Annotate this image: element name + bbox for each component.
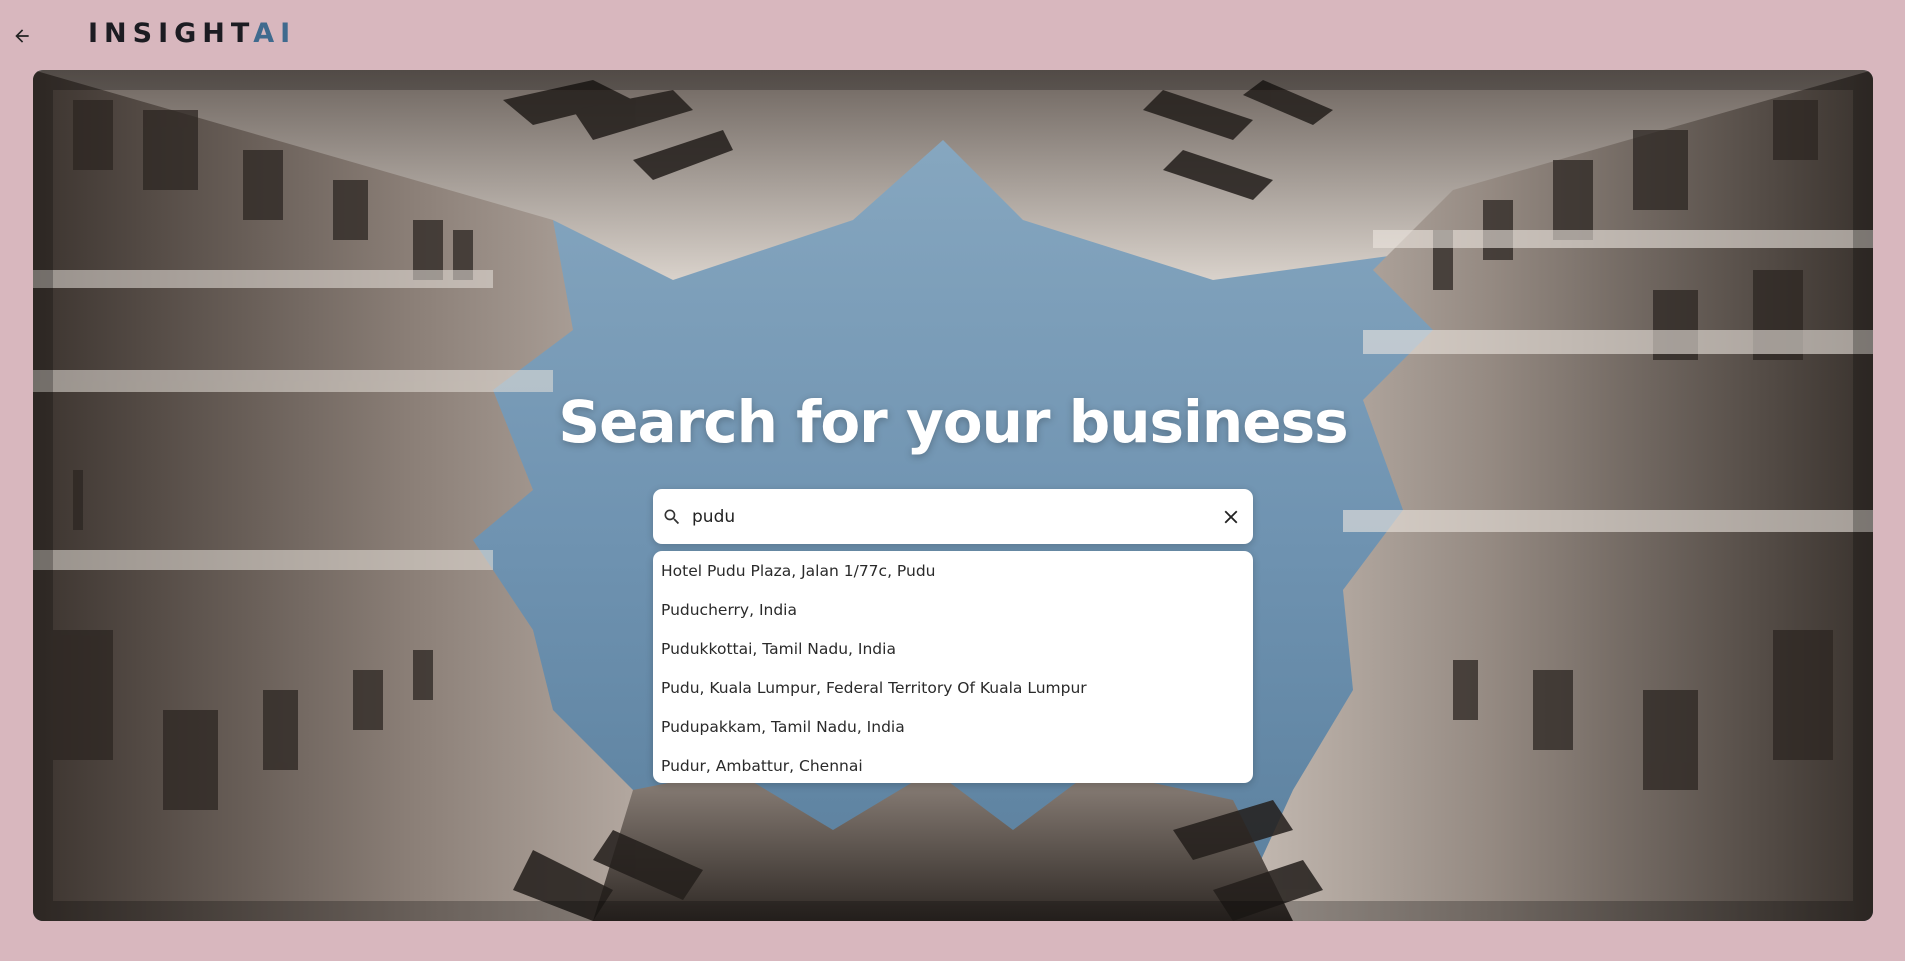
search-icon	[662, 507, 682, 527]
suggestion-item[interactable]: Pudu, Kuala Lumpur, Federal Territory Of…	[653, 669, 1253, 708]
page-title: Search for your business	[558, 388, 1348, 456]
logo-accent-text: AI	[253, 18, 297, 49]
logo-text: INSIGHT	[88, 18, 254, 49]
clear-search-button[interactable]	[1217, 503, 1245, 531]
suggestion-item[interactable]: Hotel Pudu Plaza, Jalan 1/77c, Pudu	[653, 552, 1253, 591]
logo[interactable]: INSIGHTAI	[88, 17, 296, 51]
search-input[interactable]	[692, 496, 1217, 537]
back-button[interactable]	[8, 22, 36, 50]
top-bar: INSIGHTAI	[0, 0, 1905, 70]
suggestion-item[interactable]: Pudupakkam, Tamil Nadu, India	[653, 708, 1253, 747]
search-bar[interactable]	[653, 489, 1253, 544]
suggestions-dropdown: Hotel Pudu Plaza, Jalan 1/77c, Pudu Pudu…	[653, 551, 1253, 783]
suggestion-item[interactable]: Pudukkottai, Tamil Nadu, India	[653, 630, 1253, 669]
suggestion-item[interactable]: Pudur, Ambattur, Chennai	[653, 747, 1253, 786]
close-icon	[1224, 510, 1238, 523]
hero-banner: Search for your business Hotel Pudu Plaz…	[33, 70, 1873, 921]
arrow-left-icon	[15, 29, 29, 43]
suggestion-item[interactable]: Puducherry, India	[653, 591, 1253, 630]
